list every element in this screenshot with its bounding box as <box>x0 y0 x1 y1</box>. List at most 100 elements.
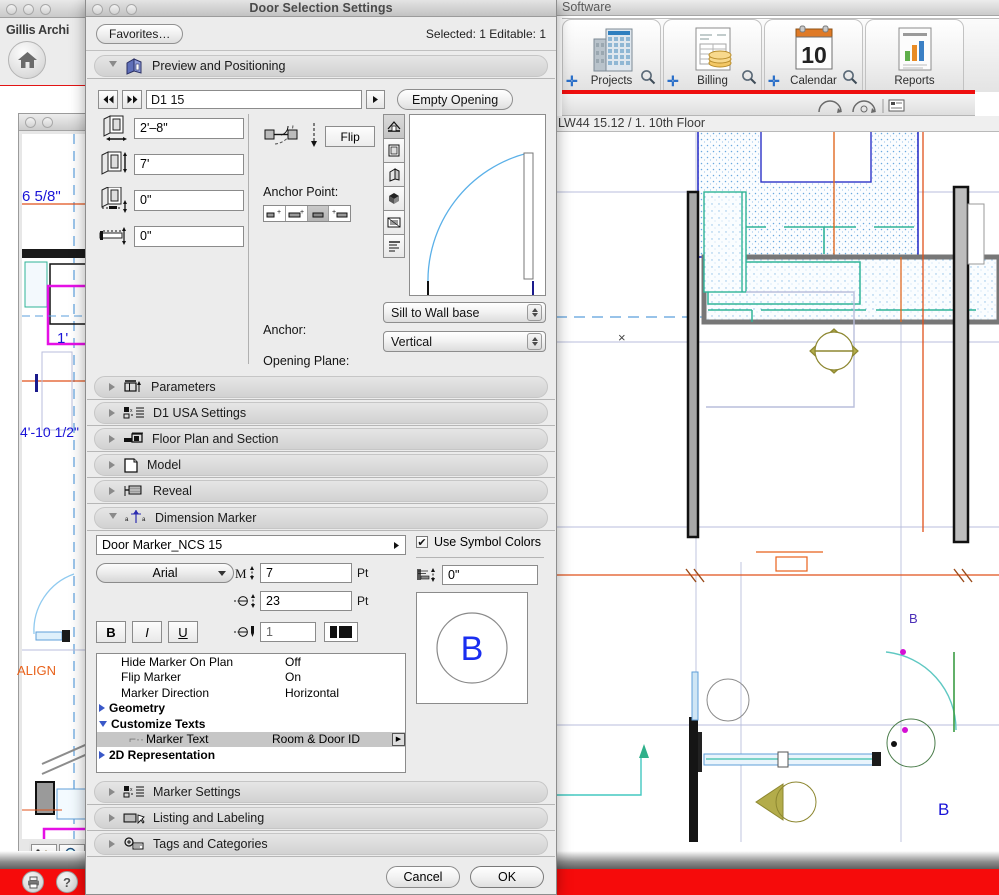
underline-button[interactable]: U <box>168 621 198 643</box>
close-button[interactable] <box>6 4 17 15</box>
ribbon-item-billing[interactable]: ✛ Billing <box>663 19 762 91</box>
opening-plane-select[interactable]: Vertical <box>383 331 546 352</box>
ribbon-item-projects[interactable]: ✛ Projects <box>562 19 661 91</box>
home-icon[interactable] <box>8 41 46 79</box>
chevron-right-icon[interactable] <box>109 788 115 796</box>
dialog-window-controls[interactable] <box>92 4 137 15</box>
triangle-right-icon[interactable] <box>388 536 405 554</box>
chevron-down-icon[interactable] <box>99 720 107 727</box>
parameter-row[interactable]: 2D Representation <box>97 747 405 763</box>
door-wall-offset-input[interactable]: 0" <box>134 225 244 247</box>
help-icon[interactable]: ? <box>56 871 78 893</box>
parameter-row[interactable]: Flip Marker On <box>97 670 405 686</box>
anchor-center-icon[interactable]: + <box>286 206 308 221</box>
bold-button[interactable]: B <box>96 621 126 643</box>
italic-button[interactable]: I <box>132 621 162 643</box>
section-preview-and-positioning[interactable]: Preview and Positioning <box>87 55 555 79</box>
empty-opening-button[interactable]: Empty Opening <box>397 89 514 110</box>
door-height-input[interactable]: 7' <box>134 153 244 175</box>
dialog-close-button[interactable] <box>92 4 103 15</box>
chevron-right-icon[interactable] <box>109 487 115 495</box>
favorites-button[interactable]: Favorites… <box>96 23 184 44</box>
ok-button[interactable]: OK <box>470 866 544 888</box>
door-width-input[interactable]: 2'–8" <box>134 117 244 139</box>
search-calendar-icon[interactable] <box>842 69 858 88</box>
anchor-mid-icon[interactable] <box>307 206 330 221</box>
chevron-down-icon[interactable] <box>218 571 226 576</box>
text-size-input[interactable]: 7 <box>260 563 352 583</box>
section-reveal[interactable]: Reveal <box>87 480 555 504</box>
section-parameters[interactable]: Parameters <box>87 376 555 400</box>
anchor-left-icon[interactable]: + <box>264 206 286 221</box>
anchor-select[interactable]: Sill to Wall base <box>383 302 546 323</box>
chevron-right-icon[interactable] <box>99 704 105 713</box>
flip-button[interactable]: Flip <box>325 126 376 147</box>
chevron-right-icon[interactable] <box>109 814 115 822</box>
cad-minimize-button[interactable] <box>42 117 53 128</box>
object-popup-button[interactable] <box>366 90 385 109</box>
section-view-icon[interactable] <box>383 210 405 234</box>
search-billing-icon[interactable] <box>741 69 757 88</box>
3d-shaded-view-icon[interactable] <box>383 186 405 210</box>
chevron-right-icon[interactable] <box>109 461 115 469</box>
parameter-row[interactable]: Customize Texts <box>97 716 405 732</box>
marker-offset-input[interactable]: 0" <box>442 565 538 585</box>
section-floor-plan-and-section[interactable]: Floor Plan and Section <box>87 428 555 452</box>
search-projects-icon[interactable] <box>640 69 656 88</box>
parameter-row[interactable]: ⌐·· Marker Text Room & Door ID ▶ <box>97 731 405 747</box>
background-app-titlebar[interactable]: Software <box>556 0 999 16</box>
dialog-zoom-button[interactable] <box>126 4 137 15</box>
section-dimension-marker[interactable]: a a Dimension Marker <box>87 507 555 531</box>
print-icon[interactable] <box>22 871 44 893</box>
door-sill-height-input[interactable]: 0" <box>134 189 244 211</box>
parameter-row[interactable]: Geometry <box>97 701 405 717</box>
left-cad-canvas[interactable] <box>22 134 90 839</box>
cad-close-button[interactable] <box>25 117 36 128</box>
dialog-minimize-button[interactable] <box>109 4 120 15</box>
marker-size-input[interactable]: 23 <box>260 591 352 611</box>
left-window-titlebar[interactable] <box>0 0 89 18</box>
preview-view-tools[interactable] <box>383 114 405 296</box>
window-controls[interactable] <box>6 4 51 15</box>
chevron-right-icon[interactable] <box>109 383 115 391</box>
dialog-titlebar[interactable]: Door Selection Settings <box>86 0 556 17</box>
chevron-right-icon[interactable] <box>109 435 115 443</box>
minimize-button[interactable] <box>23 4 34 15</box>
font-select[interactable]: Arial <box>96 563 234 583</box>
chevron-down-icon[interactable] <box>109 61 117 71</box>
zoom-button[interactable] <box>40 4 51 15</box>
section-tags-and-categories[interactable]: Tags and Categories <box>87 833 555 857</box>
anchor-point-selector[interactable]: + + + <box>263 205 352 222</box>
section-d1-usa-settings[interactable]: x D1 USA Settings <box>87 402 555 426</box>
chevron-right-icon[interactable] <box>109 409 115 417</box>
skip-back-icon[interactable] <box>98 90 118 109</box>
marker-parameter-list[interactable]: Hide Marker On Plan Off Flip Marker On Marke… <box>96 653 406 773</box>
front-view-icon[interactable] <box>383 138 405 162</box>
anchor-stepper[interactable] <box>527 304 542 321</box>
cad-window-controls[interactable] <box>25 117 53 128</box>
section-listing-and-labeling[interactable]: Listing and Labeling <box>87 807 555 831</box>
parameter-row[interactable]: Hide Marker On Plan Off <box>97 654 405 670</box>
cad-canvas[interactable] <box>556 132 999 842</box>
chevron-right-icon[interactable] <box>99 750 105 759</box>
axonometric-view-icon[interactable] <box>383 162 405 186</box>
pen-color-swatch-icon[interactable] <box>324 622 358 642</box>
cancel-button[interactable]: Cancel <box>386 866 460 888</box>
skip-forward-icon[interactable] <box>122 90 142 109</box>
use-symbol-colors-checkbox[interactable]: ✔ <box>416 536 428 549</box>
section-marker-settings[interactable]: x Marker Settings <box>87 781 555 805</box>
parameter-row[interactable]: Marker Direction Horizontal <box>97 685 405 701</box>
chevron-right-icon[interactable] <box>109 840 115 848</box>
parameter-popup-button[interactable]: ▶ <box>392 732 405 746</box>
anchor-right-icon[interactable]: + <box>329 206 350 221</box>
door-preview-box[interactable] <box>409 114 546 296</box>
section-model[interactable]: Model <box>87 454 555 478</box>
object-name-input[interactable]: D1 15 <box>146 90 362 109</box>
left-cad-titlebar[interactable] <box>19 114 90 131</box>
pen-input[interactable]: 1 <box>260 622 316 642</box>
ribbon-item-reports[interactable]: Reports <box>865 19 964 91</box>
opening-plane-stepper[interactable] <box>527 333 542 350</box>
document-toolbar[interactable] <box>562 94 975 116</box>
ribbon-item-calendar[interactable]: 10 ✛ Calendar <box>764 19 863 91</box>
list-view-icon[interactable] <box>383 234 405 258</box>
